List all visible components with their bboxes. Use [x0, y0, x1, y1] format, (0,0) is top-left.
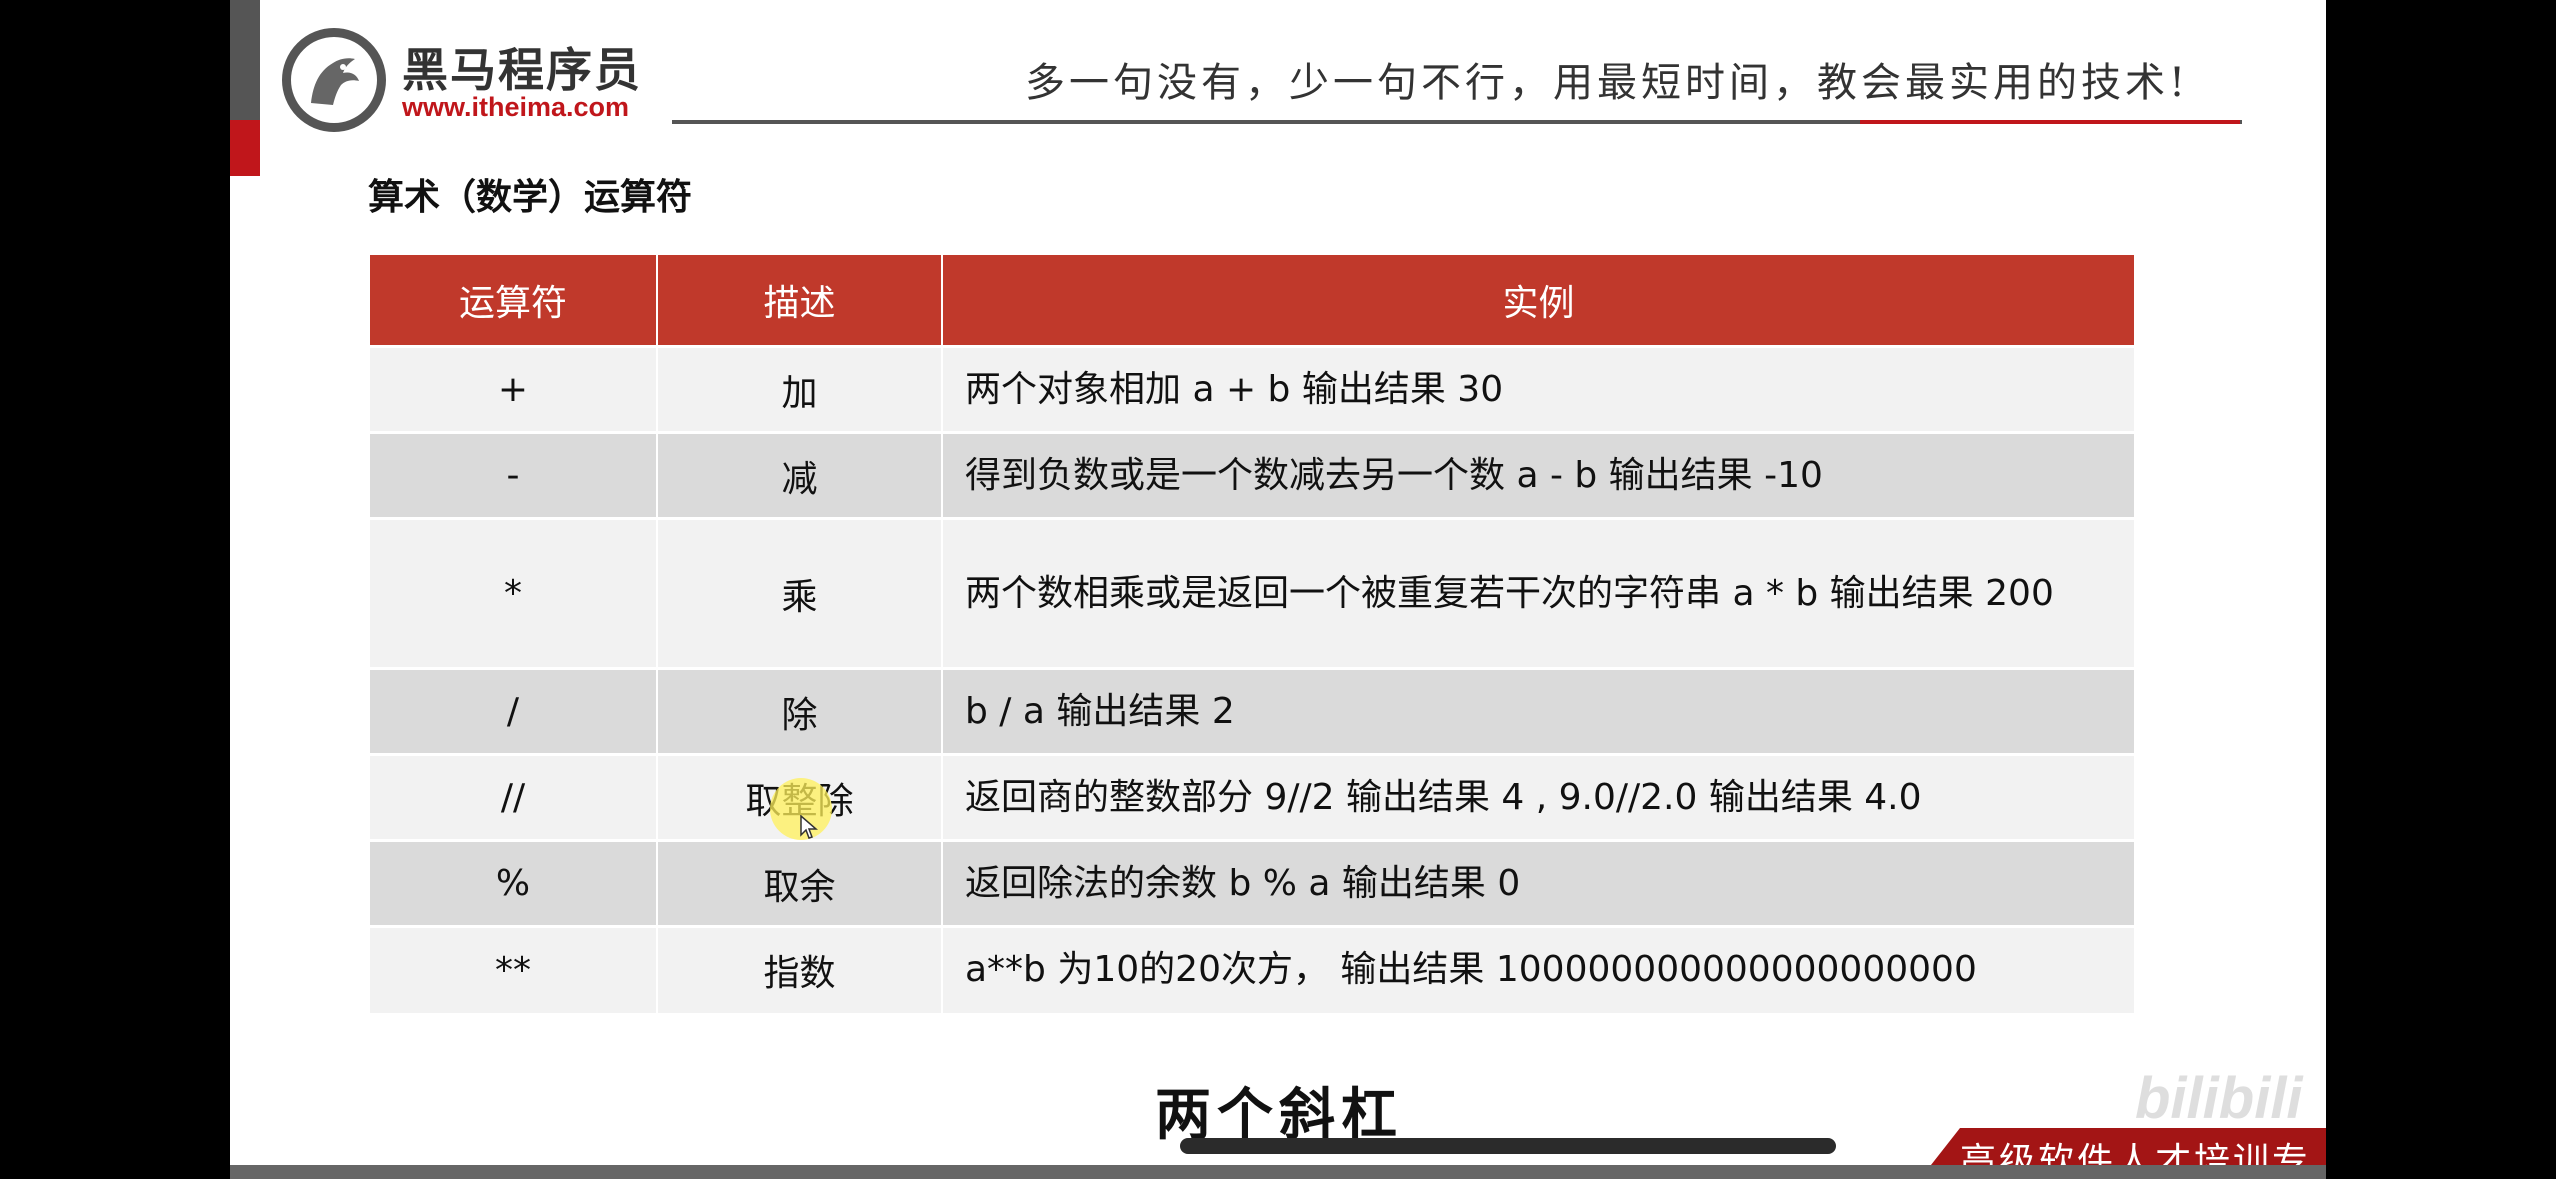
example-cell: 两个对象相加 a + b 输出结果 30	[942, 345, 2134, 433]
bottom-edge	[230, 1165, 2326, 1179]
left-gray-strip	[230, 0, 260, 120]
table-row: ** 指数 a**b 为10的20次方， 输出结果 10000000000000…	[370, 925, 2134, 1013]
header-operator: 运算符	[370, 255, 658, 347]
description-cell: 除	[657, 667, 943, 755]
description-cell: 乘	[657, 517, 943, 669]
description-cell: 加	[657, 345, 943, 433]
home-indicator[interactable]	[1180, 1138, 1836, 1154]
header-description: 描述	[657, 255, 943, 347]
table-row: // 取整除 返回商的整数部分 9//2 输出结果 4 , 9.0//2.0 输…	[370, 753, 2134, 841]
description-cell: 减	[657, 431, 943, 519]
operator-cell: +	[370, 345, 658, 433]
mouse-pointer-icon	[800, 814, 819, 845]
slogan: 多一句没有，少一句不行，用最短时间，教会最实用的技术!	[1025, 60, 2190, 106]
example-cell: 两个数相乘或是返回一个被重复若干次的字符串 a * b 输出结果 200	[942, 517, 2134, 669]
table-row: + 加 两个对象相加 a + b 输出结果 30	[370, 345, 2134, 433]
example-cell: a**b 为10的20次方， 输出结果 10000000000000000000…	[942, 925, 2134, 1013]
table-row: - 减 得到负数或是一个数减去另一个数 a - b 输出结果 -10	[370, 431, 2134, 519]
table-row: / 除 b / a 输出结果 2	[370, 667, 2134, 755]
operator-cell: -	[370, 431, 658, 519]
example-cell: 返回商的整数部分 9//2 输出结果 4 , 9.0//2.0 输出结果 4.0	[942, 753, 2134, 841]
brand-url: www.itheima.com	[402, 92, 630, 122]
example-cell: 得到负数或是一个数减去另一个数 a - b 输出结果 -10	[942, 431, 2134, 519]
operator-cell: %	[370, 839, 658, 927]
operator-cell: **	[370, 925, 658, 1013]
table-row: * 乘 两个数相乘或是返回一个被重复若干次的字符串 a * b 输出结果 200	[370, 517, 2134, 669]
brand-name: 黑马程序员	[402, 43, 642, 97]
example-cell: b / a 输出结果 2	[942, 667, 2134, 755]
section-title: 算术（数学）运算符	[368, 177, 693, 218]
header-example: 实例	[942, 255, 2134, 347]
table-header-row: 运算符 描述 实例	[370, 255, 2134, 347]
operator-cell: //	[370, 753, 658, 841]
example-cell: 返回除法的余数 b % a 输出结果 0	[942, 839, 2134, 927]
horse-logo-icon	[282, 28, 386, 132]
bilibili-watermark: bilibili	[2135, 1066, 2303, 1131]
left-red-accent	[230, 120, 260, 176]
operator-table: 运算符 描述 实例 + 加 两个对象相加 a + b 输出结果 30 - 减 得…	[370, 255, 2134, 1013]
header-divider-accent	[1860, 120, 2240, 124]
operator-cell: *	[370, 517, 658, 669]
operator-cell: /	[370, 667, 658, 755]
slide: 黑马程序员 www.itheima.com 多一句没有，少一句不行，用最短时间，…	[230, 0, 2326, 1179]
table-row: % 取余 返回除法的余数 b % a 输出结果 0	[370, 839, 2134, 927]
description-cell: 取余	[657, 839, 943, 927]
description-cell: 指数	[657, 925, 943, 1013]
